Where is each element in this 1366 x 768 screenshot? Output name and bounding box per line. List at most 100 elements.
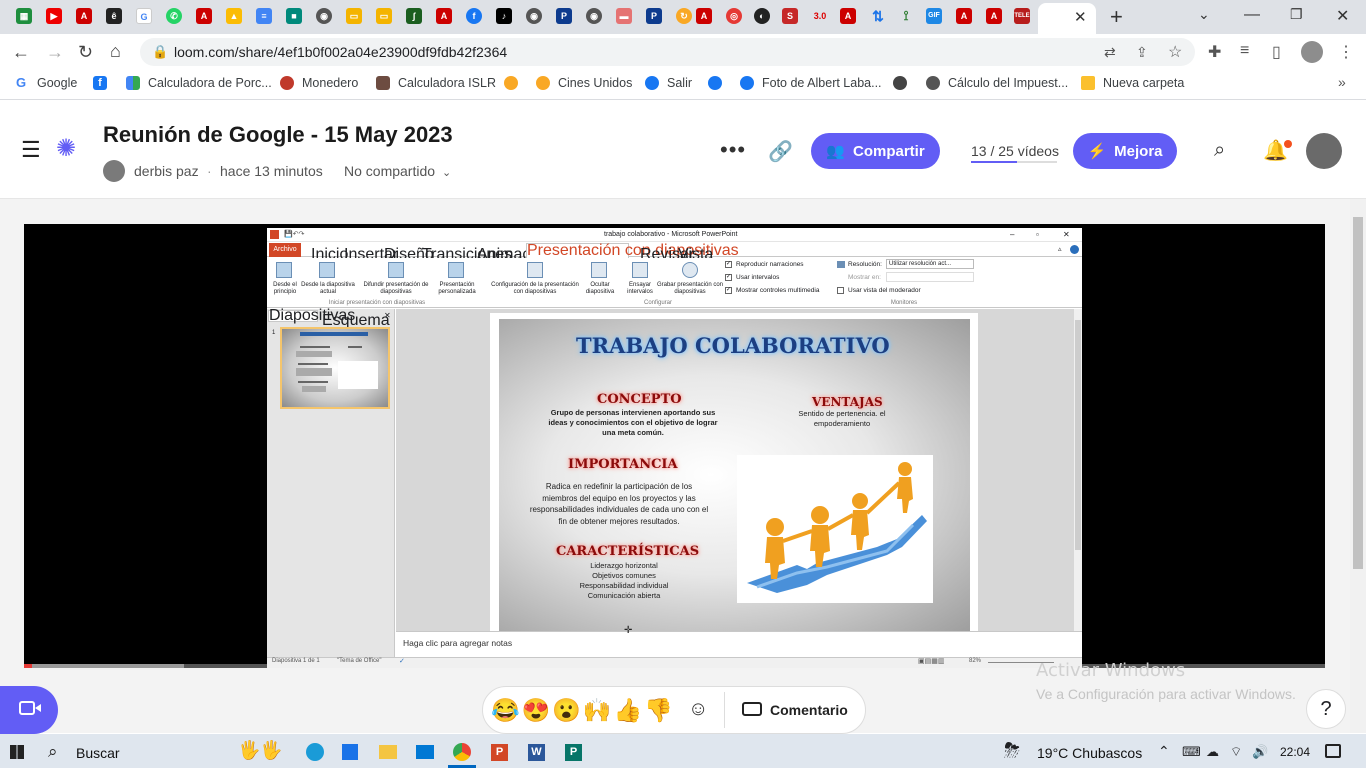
ppt-ocultar-button[interactable]: Ocultar diapositiva [584,282,616,296]
ppt-help-icon[interactable] [1070,245,1079,254]
tab-favicon-sheets-icon[interactable]: ▦ [16,8,32,24]
ppt-ensayar-button[interactable]: Ensayar intervalos [624,282,656,296]
tab-favicon-edge-icon[interactable]: ê [106,8,122,24]
tab-favicon-clock-icon[interactable]: ◐ [754,8,770,24]
new-tab-icon[interactable]: + [1110,4,1123,30]
tab-favicon-news-icon[interactable]: TELE [1014,8,1030,24]
bookmark-calculadora[interactable]: Calculadora de Porc... [148,76,272,90]
tab-favicon-docs-icon[interactable]: ≡ [256,8,272,24]
video-count[interactable]: 13 / 25 vídeos [971,143,1059,159]
ppt-pane-tab-slides[interactable]: Diapositivas [268,308,355,324]
ppt-desde-actual-button[interactable]: Desde la diapositiva actual [300,282,356,296]
ppt-desde-principio-button[interactable]: Desde el principio [270,282,300,296]
tab-favicon-pdf-icon[interactable]: A [436,8,452,24]
tab-favicon-pdf-icon[interactable]: A [840,8,856,24]
tab-favicon-sync-icon[interactable]: ↻ [676,8,692,24]
menu-kebab-icon[interactable]: ⋮ [1338,42,1354,62]
hamburger-icon[interactable]: ☰ [21,139,41,161]
scrollbar-thumb[interactable] [1353,217,1363,569]
home-icon[interactable]: ⌂ [110,41,121,62]
lock-icon[interactable]: 🔒 [152,44,168,60]
profile-avatar[interactable] [1301,41,1323,63]
close-window-icon[interactable]: ✕ [1336,6,1349,26]
search-icon[interactable]: ⌕ [1214,139,1225,162]
back-icon[interactable]: ← [12,42,30,63]
link-icon[interactable]: 🔗 [768,139,793,164]
tab-favicon-pdf-icon[interactable]: A [986,8,1002,24]
tab-favicon-globe-icon[interactable]: ◉ [316,8,332,24]
author-name[interactable]: derbis paz [134,163,199,179]
tab-favicon-facebook-icon[interactable]: f [466,8,482,24]
tab-favicon-target-icon[interactable]: ◎ [726,8,742,24]
ppt-grabar-button[interactable]: Grabar presentación con diapositivas [656,282,724,296]
bookmark-foto[interactable]: Foto de Albert Laba... [762,76,882,90]
bookmark-calculo[interactable]: Cálculo del Impuest... [948,76,1068,90]
tab-favicon-whatsapp-icon[interactable]: ✆ [166,8,182,24]
volume-icon[interactable]: 🔊 [1252,744,1268,760]
more-bookmarks-icon[interactable]: » [1338,74,1346,90]
share-page-icon[interactable]: ⇪ [1136,44,1148,61]
taskbar-explorer-icon[interactable] [379,745,397,759]
tab-favicon-globe-icon[interactable]: ◉ [586,8,602,24]
ppt-chk-controles-checkbox[interactable]: ✓ [725,287,732,294]
ppt-resolucion-select[interactable]: Utilizar resolución act... [886,259,974,269]
search-highlight-icon[interactable]: 🖐🖐 [238,740,283,761]
bookmark-google[interactable]: Google [37,76,77,90]
reload-icon[interactable]: ↻ [78,42,93,63]
tab-favicon-p-icon[interactable]: P [646,8,662,24]
ppt-spellcheck-icon[interactable]: ✓ [399,657,405,665]
taskbar-search-icon[interactable]: ⌕ [48,742,58,762]
ppt-minimize-icon[interactable]: – [1010,230,1014,239]
ppt-difundir-button[interactable]: Difundir presentación de diapositivas [362,282,430,296]
ppt-collapse-ribbon-icon[interactable]: ▵ [1058,245,1062,253]
side-panel-icon[interactable]: ▯ [1272,42,1281,62]
ppt-tab-archivo[interactable]: Archivo [269,243,301,257]
comment-button[interactable] [742,700,764,718]
ppt-slide-thumbnail[interactable] [280,327,390,409]
onedrive-icon[interactable]: ☁ [1206,744,1219,760]
ppt-view-buttons-icon[interactable]: ▣▤▦▥ [918,657,944,665]
ppt-tab-presentacion[interactable]: Presentación con diapositivas [526,243,739,259]
url-text[interactable]: loom.com/share/4ef1b0f002a04e23900df9fdb… [174,44,507,60]
quick-access-save-icon[interactable]: 💾↶↷ [284,230,304,238]
tray-chevron-icon[interactable]: ⌃ [1158,743,1170,760]
ppt-mostrar-en-select[interactable] [886,272,974,282]
add-reaction-icon[interactable]: ☺ [688,698,708,721]
taskbar-edge-icon[interactable] [306,743,324,761]
author-avatar[interactable] [103,160,125,182]
skull-icon[interactable] [893,76,907,90]
tab-favicon-meet-icon[interactable]: ■ [286,8,302,24]
bookmark-islr[interactable]: Calculadora ISLR [398,76,496,90]
emoji-heart-eyes[interactable]: 😍 [522,697,553,723]
ppt-personalizada-button[interactable]: Presentación personalizada [432,282,482,296]
upgrade-button[interactable]: ⚡ Mejora [1073,133,1177,169]
help-button[interactable]: ? [1306,689,1346,729]
slide-teamwork-image[interactable] [737,455,933,603]
bookmark-star-icon[interactable]: ☆ [1168,42,1182,62]
tab-favicon-s-icon[interactable]: S [782,8,798,24]
tab-search-chevron-icon[interactable]: ⌄ [1198,6,1210,23]
page-scrollbar[interactable] [1350,199,1366,733]
tab-favicon-arrow-icon[interactable]: ⇅ [870,8,886,24]
taskbar-word-icon[interactable]: W [528,744,545,761]
tab-favicon-youtube-icon[interactable]: ▶ [46,8,62,24]
ppt-configuracion-button[interactable]: Configuración de la presentación con dia… [488,282,582,296]
tab-favicon-globe-icon[interactable]: ◉ [526,8,542,24]
taskbar-publisher-icon[interactable]: P [565,744,582,761]
tab-favicon-pdf-icon[interactable]: A [76,8,92,24]
restore-icon[interactable]: ❐ [1290,6,1303,23]
tab-favicon-slides-icon[interactable]: ▭ [376,8,392,24]
ppt-slide-scrollbar-thumb[interactable] [1075,320,1081,550]
bookmark-carpeta[interactable]: Nueva carpeta [1103,76,1184,90]
tab-favicon-p-icon[interactable]: P [556,8,572,24]
more-options-icon[interactable]: ••• [720,137,746,163]
tab-favicon-script-icon[interactable]: ʃ [406,8,422,24]
taskbar-chrome-icon[interactable] [453,743,471,761]
notifications-center-icon[interactable] [1325,744,1341,758]
forward-icon[interactable]: → [46,42,64,63]
tab-favicon-google-icon[interactable]: G [136,8,152,24]
chevron-down-icon[interactable]: ⌄ [442,166,451,179]
weather-icon[interactable]: ⛈ [1004,740,1020,763]
loom-logo-icon[interactable]: ✺ [56,137,76,161]
emoji-raised-hands[interactable]: 🙌 [583,697,614,723]
